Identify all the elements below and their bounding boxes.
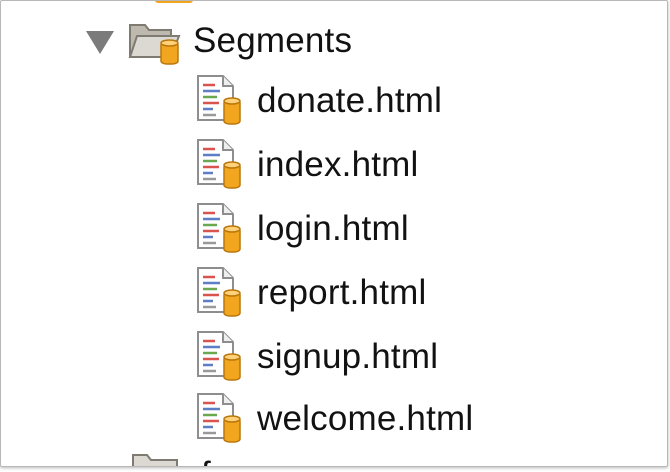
- tree-item-file[interactable]: login.html: [195, 201, 409, 257]
- file-label: login.html: [257, 209, 409, 248]
- tree-item-file[interactable]: donate.html: [195, 73, 442, 129]
- partial-item-label: f: [201, 455, 211, 466]
- file-label: report.html: [257, 273, 427, 312]
- html-file-icon: [195, 392, 245, 446]
- tree-item-file[interactable]: welcome.html: [195, 391, 473, 447]
- folder-label: Segments: [193, 21, 353, 60]
- file-label: welcome.html: [257, 399, 474, 438]
- file-label: donate.html: [257, 81, 443, 120]
- tree-item-file[interactable]: report.html: [195, 265, 426, 321]
- html-file-icon: [195, 266, 245, 320]
- file-label: index.html: [257, 145, 419, 184]
- disclosure-triangle-down-icon[interactable]: [83, 24, 117, 58]
- closed-folder-icon: [132, 454, 178, 466]
- file-label: signup.html: [257, 337, 439, 376]
- tree-item-partial[interactable]: f: [131, 449, 211, 466]
- html-file-icon: [195, 74, 245, 128]
- html-file-icon: [195, 138, 245, 192]
- html-file-icon: [195, 202, 245, 256]
- tree-item-file[interactable]: index.html: [195, 137, 419, 193]
- html-file-icon: [195, 330, 245, 384]
- open-folder-icon: [128, 24, 181, 65]
- previous-item-fragment-icon: [155, 1, 193, 3]
- tree-item-segments-folder[interactable]: Segments: [83, 13, 352, 69]
- project-explorer-tree: Segments donate.html index.html login.ht…: [0, 0, 668, 467]
- tree-item-file[interactable]: signup.html: [195, 329, 438, 385]
